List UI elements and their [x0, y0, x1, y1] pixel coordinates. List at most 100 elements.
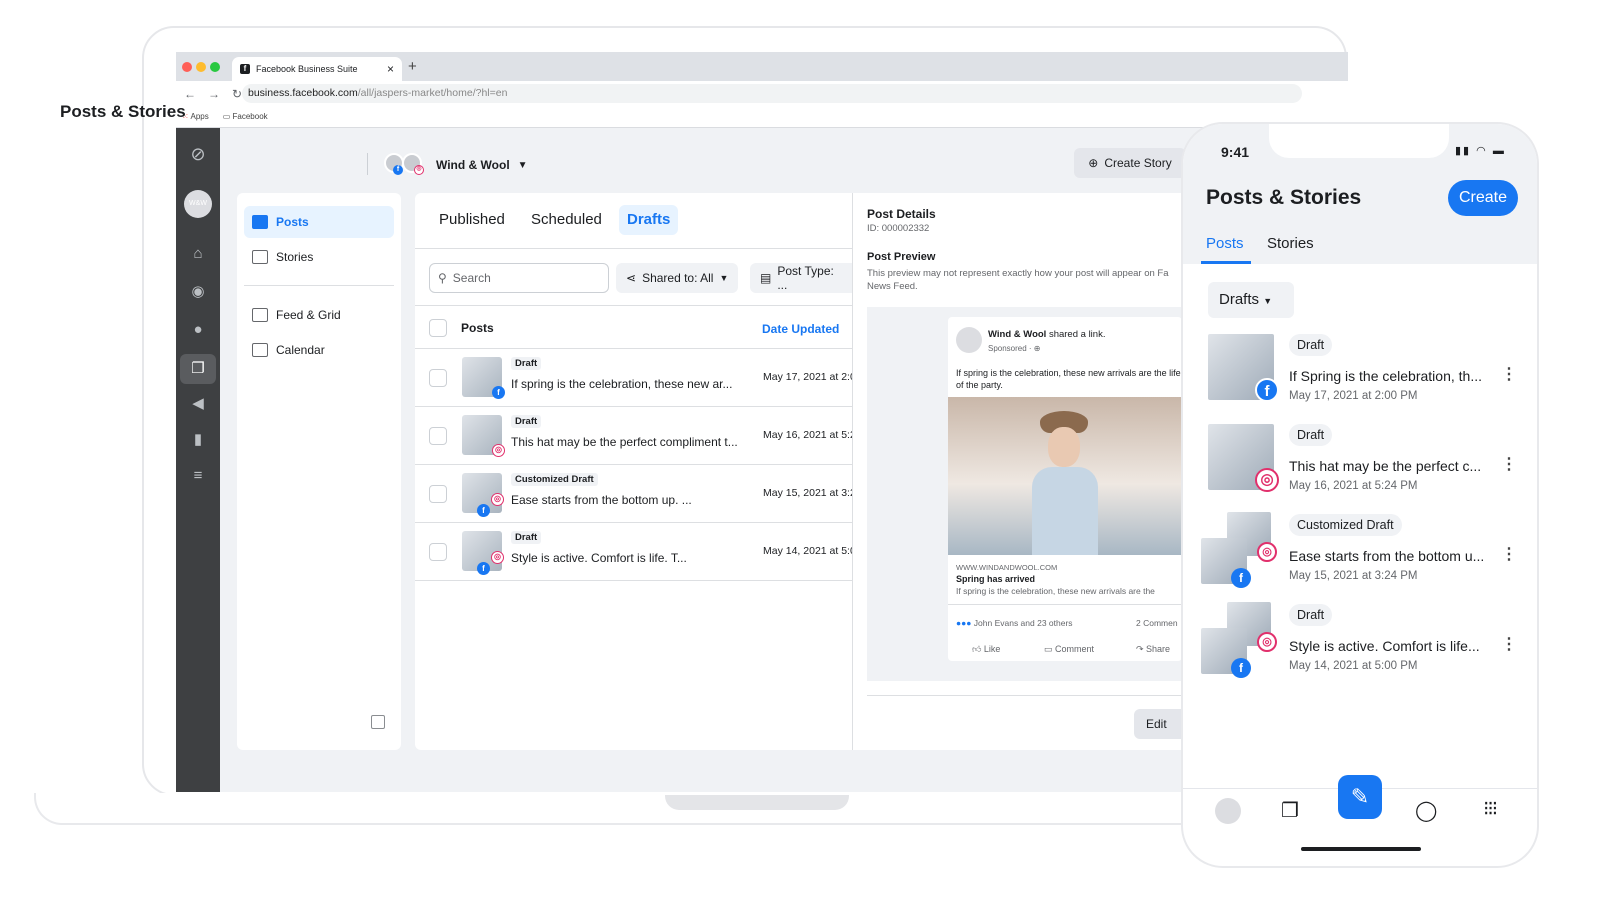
col-posts: Posts — [461, 321, 494, 335]
post-type-filter[interactable]: ▤ Post Type: ... — [750, 263, 855, 293]
posts-left-nav: Posts Stories Feed & Grid Calendar — [237, 193, 401, 750]
card-divider — [948, 604, 1182, 605]
facebook-badge-icon: f — [393, 165, 403, 175]
reload-icon[interactable]: ↻ — [232, 87, 242, 101]
phone-nav-profile[interactable] — [1215, 798, 1241, 824]
table-row[interactable]: f Draft If spring is the celebration, th… — [415, 349, 855, 407]
url-field[interactable]: business.facebook.com/all/jaspers-market… — [242, 84, 1302, 103]
instagram-badge-icon: ◎ — [414, 165, 424, 175]
row-checkbox[interactable] — [429, 543, 447, 561]
post-text: If spring is the celebration, these new … — [511, 377, 733, 391]
create-story-label: Create Story — [1104, 156, 1172, 170]
folder-icon: ▭ — [222, 112, 231, 121]
menu-icon[interactable]: ≡ — [188, 466, 208, 486]
comment-action[interactable]: ▭ Comment — [1044, 644, 1094, 655]
comments-count: 2 Commen — [1136, 618, 1178, 628]
post-date: May 16, 2021 at 5:24 — [763, 429, 855, 441]
row-checkbox[interactable] — [429, 485, 447, 503]
new-tab-icon[interactable]: + — [408, 58, 417, 75]
address-bar-row: ← → ↻ business.facebook.com/all/jaspers-… — [176, 81, 1348, 106]
table-row[interactable]: ◎ Draft This hat may be the perfect comp… — [415, 407, 855, 465]
post-type-label: Post Type: ... — [777, 264, 834, 292]
maximize-window-dot[interactable] — [210, 62, 220, 72]
more-options-icon[interactable]: ⋮ — [1501, 364, 1517, 384]
table-row[interactable]: ◎ f Draft Style is active. Comfort is lif… — [415, 523, 855, 581]
page-title: Posts & Stories — [60, 102, 186, 121]
close-window-dot[interactable] — [182, 62, 192, 72]
phone-compose-button[interactable]: ✎ — [1338, 775, 1382, 819]
col-date-updated[interactable]: Date Updated — [762, 322, 839, 336]
search-input[interactable]: ⚲ Search — [429, 263, 609, 293]
phone-draft-item[interactable]: ◎ f Customized Draft Ease starts from the … — [1183, 512, 1537, 598]
table-row[interactable]: ◎ f Customized Draft Ease starts from the… — [415, 465, 855, 523]
home-icon[interactable]: ⌂ — [188, 244, 208, 264]
shared-to-filter[interactable]: ⋖ Shared to: All ▼ — [616, 263, 739, 293]
tab-scheduled[interactable]: Scheduled — [523, 205, 610, 235]
phone-draft-item[interactable]: ◎ f Draft Style is active. Comfort is life… — [1183, 602, 1537, 688]
phone-tab-posts[interactable]: Posts — [1206, 235, 1244, 252]
phone-drafts-dropdown[interactable]: Drafts ▼ — [1208, 282, 1294, 318]
nav-item-posts-label: Posts — [276, 215, 309, 229]
more-options-icon[interactable]: ⋮ — [1501, 544, 1517, 564]
inbox-icon[interactable]: ● — [188, 320, 208, 340]
close-tab-icon[interactable]: × — [387, 62, 394, 76]
bookmark-apps[interactable]: ⁙ Apps — [182, 112, 209, 121]
ads-megaphone-icon[interactable]: ◀ — [188, 394, 208, 414]
meta-logo-icon[interactable]: ⊘ — [188, 144, 208, 164]
tab-published[interactable]: Published — [431, 205, 513, 235]
more-options-icon[interactable]: ⋮ — [1501, 634, 1517, 654]
post-status-badge: Draft — [511, 531, 542, 544]
card-avatar — [956, 327, 982, 353]
nav-item-stories[interactable]: Stories — [244, 241, 394, 273]
facebook-favicon-icon: f — [240, 64, 250, 74]
bookmark-facebook[interactable]: ▭ Facebook — [223, 112, 268, 121]
draft-date: May 17, 2021 at 2:00 PM — [1289, 390, 1418, 402]
phone-frame: 9:41 ▮▮ ◠ ▬ Posts & Stories Create Posts… — [1181, 122, 1539, 868]
phone-create-button[interactable]: Create — [1448, 180, 1518, 216]
calendar-icon — [252, 343, 268, 357]
browser-tab-bar: f Facebook Business Suite × + — [176, 52, 1348, 81]
nav-item-posts[interactable]: Posts — [244, 206, 394, 238]
browser-tab[interactable]: f Facebook Business Suite × — [232, 57, 402, 81]
reactions-text: John Evans and 23 others — [973, 618, 1073, 628]
minimize-window-dot[interactable] — [196, 62, 206, 72]
create-story-button[interactable]: ⊕ Create Story — [1074, 148, 1186, 178]
phone-nav-menu-icon[interactable]: ⁝⁝⁝ — [1483, 796, 1498, 821]
post-status-badge: Draft — [511, 357, 542, 370]
collapse-panel-icon[interactable] — [371, 715, 385, 729]
phone-draft-item[interactable]: ◎ Draft This hat may be the perfect c... … — [1183, 424, 1537, 508]
nav-item-calendar[interactable]: Calendar — [244, 334, 394, 366]
edit-post-button[interactable]: Edit Po — [1134, 709, 1182, 739]
nav-item-feed-grid[interactable]: Feed & Grid — [244, 299, 394, 331]
status-time: 9:41 — [1221, 144, 1250, 160]
facebook-badge-icon: f — [492, 386, 505, 399]
like-action[interactable]: 👍︎ Like — [972, 644, 1000, 655]
notifications-icon[interactable]: ◉ — [188, 282, 208, 302]
tab-drafts[interactable]: Drafts — [619, 205, 679, 235]
phone-nav-inbox-icon[interactable]: ◯ — [1415, 798, 1437, 823]
account-avatar[interactable]: W&W — [184, 190, 212, 218]
share-action[interactable]: ↷ Share — [1136, 644, 1170, 655]
post-text: Style is active. Comfort is life. T... — [511, 551, 687, 565]
back-icon[interactable]: ← — [184, 87, 196, 101]
forward-icon[interactable]: → — [208, 87, 220, 101]
phone-nav-posts-icon[interactable]: ❐ — [1281, 798, 1299, 823]
instagram-badge-icon: ◎ — [1255, 468, 1279, 492]
shared-to-label: Shared to: All — [642, 271, 714, 285]
search-placeholder: Search — [452, 271, 491, 285]
row-checkbox[interactable] — [429, 427, 447, 445]
row-checkbox[interactable] — [429, 369, 447, 387]
draft-status-badge: Customized Draft — [1289, 514, 1402, 536]
more-options-icon[interactable]: ⋮ — [1501, 454, 1517, 474]
post-date: May 17, 2021 at 2:00 — [763, 371, 855, 383]
card-sponsored: Sponsored · ⊕ — [988, 344, 1041, 353]
select-all-checkbox[interactable] — [429, 319, 447, 337]
insights-chart-icon[interactable]: ▮ — [188, 430, 208, 450]
phone-draft-item[interactable]: f Draft If Spring is the celebration, th.… — [1183, 334, 1537, 418]
posts-stories-icon[interactable]: ❐ — [180, 354, 216, 384]
phone-tab-stories[interactable]: Stories — [1267, 235, 1314, 252]
instagram-badge-icon: ◎ — [1257, 542, 1277, 562]
stories-book-icon — [252, 250, 268, 264]
account-switcher[interactable]: f ◎ Wind & Wool ▼ — [384, 153, 528, 177]
chevron-down-icon: ▼ — [517, 159, 528, 171]
